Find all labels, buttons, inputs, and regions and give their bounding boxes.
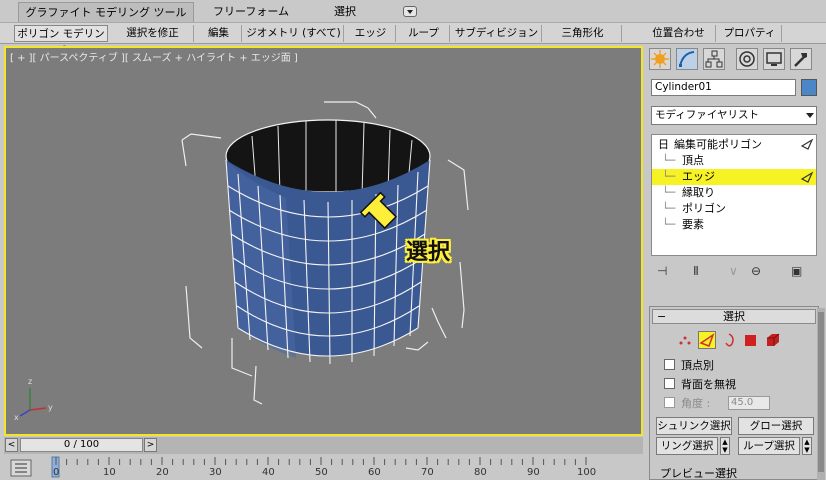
ribbon-dropdown-icon[interactable] bbox=[403, 6, 417, 17]
polygon-select-icon[interactable] bbox=[742, 331, 760, 349]
motion-icon[interactable] bbox=[736, 48, 758, 70]
ruler-tick-label: 20 bbox=[156, 467, 169, 478]
rollout-title: 選択 bbox=[723, 310, 745, 323]
hierarchy-icon[interactable] bbox=[703, 48, 725, 70]
by-vertex-checkbox[interactable] bbox=[664, 359, 675, 370]
axis-y-label: y bbox=[48, 403, 53, 412]
modify-icon[interactable] bbox=[676, 48, 698, 70]
ruler-tick-label: 90 bbox=[527, 467, 540, 478]
toolbar-loops[interactable]: ループ bbox=[398, 25, 450, 42]
configure-modifier-sets-icon[interactable]: ▣ bbox=[791, 264, 802, 278]
angle-checkbox[interactable] bbox=[664, 397, 675, 408]
ruler-tick-label: 40 bbox=[262, 467, 275, 478]
toolbar-triangulation[interactable]: 三角形化 bbox=[544, 25, 622, 42]
rollout-header[interactable]: − 選択 bbox=[652, 309, 816, 324]
show-end-result-icon[interactable]: Ⅱ bbox=[693, 264, 699, 278]
tab-selection[interactable]: 選択 bbox=[320, 2, 370, 22]
loop-spinner[interactable]: ▲ ▼ bbox=[802, 437, 812, 455]
angle-label: 角度 : bbox=[681, 397, 711, 410]
ring-spinner[interactable]: ▲ ▼ bbox=[720, 437, 730, 455]
object-name-field[interactable]: Cylinder01 bbox=[651, 79, 796, 96]
collapse-icon[interactable]: 日 bbox=[658, 137, 669, 153]
ruler-tick-label: 30 bbox=[209, 467, 222, 478]
stack-item-label: エッジ bbox=[682, 170, 715, 183]
ruler-tick-label: 0 bbox=[53, 467, 60, 478]
stack-item-label: 頂点 bbox=[682, 154, 704, 167]
stack-item-border[interactable]: └─ 縁取り bbox=[652, 185, 816, 201]
vertex-select-icon[interactable] bbox=[676, 331, 694, 349]
create-icon[interactable] bbox=[649, 48, 671, 70]
border-select-icon[interactable] bbox=[720, 331, 738, 349]
ring-selection-button[interactable]: リング選択 bbox=[656, 437, 718, 455]
collapse-icon: − bbox=[657, 310, 667, 323]
tab-freeform[interactable]: フリーフォーム bbox=[206, 2, 296, 22]
toolbar-polygon-modeling[interactable]: ポリゴン モデリング bbox=[14, 25, 108, 57]
stack-item-element[interactable]: └─ 要素 bbox=[652, 217, 816, 233]
panel-scrollbar[interactable] bbox=[817, 308, 825, 480]
remove-modifier-icon[interactable]: ⊖ bbox=[751, 264, 761, 278]
axis-x-label: x bbox=[14, 413, 19, 422]
ignore-backfacing-label: 背面を無視 bbox=[681, 378, 736, 391]
ignore-backfacing-checkbox[interactable] bbox=[664, 378, 675, 389]
toolbar-align[interactable]: 位置合わせ bbox=[642, 25, 716, 42]
next-frame-button[interactable]: > bbox=[144, 438, 157, 452]
toolbar-properties[interactable]: プロパティ bbox=[718, 25, 782, 42]
stack-item-label: 縁取り bbox=[682, 186, 715, 199]
scrollbar-thumb[interactable] bbox=[818, 312, 824, 472]
toolbar-edit[interactable]: 編集 bbox=[196, 25, 242, 42]
modifier-list-label: モディファイヤリスト bbox=[655, 109, 759, 121]
ribbon-toolbar: ポリゴン モデリング 選択を修正 編集 ジオメトリ (すべて) エッジ ループ … bbox=[0, 22, 826, 57]
edge-select-icon[interactable] bbox=[698, 331, 716, 349]
make-unique-icon[interactable]: ∨ bbox=[729, 264, 738, 278]
timeline-ruler[interactable]: 0 10 20 30 40 50 60 70 80 90 100 bbox=[0, 455, 646, 480]
toolbar-edges[interactable]: エッジ bbox=[346, 25, 396, 42]
axis-tripod-icon: z y x bbox=[14, 377, 53, 422]
modifier-list-dropdown[interactable]: モディファイヤリスト bbox=[651, 106, 817, 125]
pin-stack-icon[interactable]: ⊣ bbox=[657, 264, 667, 278]
stack-item-label: ポリゴン bbox=[682, 202, 726, 215]
ruler-tick-label: 10 bbox=[103, 467, 116, 478]
utilities-icon[interactable] bbox=[790, 48, 812, 70]
selection-rollout: − 選択 頂点別 背面を無視 角度 : 45.0 シュリンク選択 グロー選択 リ… bbox=[649, 306, 819, 480]
ruler-tick-label: 80 bbox=[474, 467, 487, 478]
toolbar-geometry-all[interactable]: ジオメトリ (すべて) bbox=[244, 25, 344, 42]
ruler-tick-label: 50 bbox=[315, 467, 328, 478]
toolbar-subdivision[interactable]: サブディビジョン bbox=[452, 25, 542, 42]
app-window: グラファイト モデリング ツール フリーフォーム 選択 ポリゴン モデリング 選… bbox=[0, 0, 826, 480]
time-slider[interactable]: 0 / 100 bbox=[20, 438, 143, 452]
stack-item-vertex[interactable]: └─ 頂点 bbox=[652, 153, 816, 169]
modifier-stack: 日 編集可能ポリゴン └─ 頂点 └─ エッジ └─ 縁取り └─ ポリゴン └… bbox=[651, 134, 817, 256]
ruler-tick-label: 60 bbox=[368, 467, 381, 478]
stack-root-label: 編集可能ポリゴン bbox=[674, 138, 762, 151]
stack-tools: ⊣ Ⅱ ∨ ⊖ ▣ bbox=[651, 262, 817, 282]
grow-selection-button[interactable]: グロー選択 bbox=[738, 417, 814, 435]
toolbar-modify-selection[interactable]: 選択を修正 bbox=[112, 25, 194, 42]
command-panel: Cylinder01 モディファイヤリスト 日 編集可能ポリゴン └─ 頂点 └… bbox=[645, 44, 826, 480]
stack-root-editable-poly[interactable]: 日 編集可能ポリゴン bbox=[652, 137, 816, 153]
chevron-down-icon bbox=[806, 113, 814, 118]
time-slider-bar: < 0 / 100 > bbox=[4, 437, 643, 454]
annotation-label: 選択 bbox=[406, 240, 451, 265]
perspective-viewport[interactable]: [ + ][ パースペクティブ ][ スムーズ + ハイライト + エッジ面 ] bbox=[4, 46, 643, 436]
cylinder-scene[interactable]: z y x bbox=[6, 48, 643, 436]
element-select-icon[interactable] bbox=[764, 331, 782, 349]
ruler-tick-label: 70 bbox=[421, 467, 434, 478]
angle-input[interactable]: 45.0 bbox=[728, 396, 770, 410]
loop-selection-button[interactable]: ループ選択 bbox=[738, 437, 800, 455]
prev-frame-button[interactable]: < bbox=[5, 438, 18, 452]
stack-item-label: 要素 bbox=[682, 218, 704, 231]
shrink-selection-button[interactable]: シュリンク選択 bbox=[656, 417, 732, 435]
stack-item-edge[interactable]: └─ エッジ bbox=[652, 169, 816, 185]
by-vertex-label: 頂点別 bbox=[681, 359, 714, 372]
preview-selection-label: プレビュー選択 bbox=[660, 467, 737, 480]
ruler-tick-label: 100 bbox=[577, 467, 597, 478]
tab-graphite-modeling-tools[interactable]: グラファイト モデリング ツール bbox=[18, 2, 194, 22]
axis-z-label: z bbox=[28, 377, 32, 386]
ribbon-tabs: グラファイト モデリング ツール フリーフォーム 選択 bbox=[0, 0, 826, 22]
stack-item-polygon[interactable]: └─ ポリゴン bbox=[652, 201, 816, 217]
object-color-swatch[interactable] bbox=[801, 79, 817, 96]
display-icon[interactable] bbox=[763, 48, 785, 70]
